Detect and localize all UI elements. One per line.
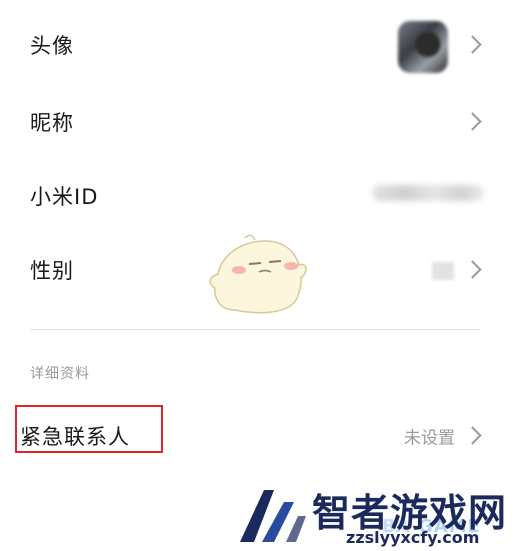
nickname-label: 昵称	[30, 111, 74, 135]
miid-value-redacted	[372, 185, 484, 201]
avatar-row[interactable]: 头像	[0, 8, 515, 82]
avatar-label: 头像	[30, 34, 74, 58]
watermark-site-url: zzslyyxcfy.com	[346, 528, 480, 547]
section-divider	[30, 329, 480, 330]
mascot-sticker	[209, 234, 307, 314]
chevron-right-icon	[463, 426, 482, 445]
site-logo-icon	[240, 490, 306, 542]
gender-value-redacted	[432, 262, 454, 280]
miid-row: 小米ID	[0, 159, 515, 233]
emergency-contact-value: 未设置	[404, 428, 455, 449]
details-section-title: 详细资料	[30, 366, 90, 382]
avatar-image	[398, 21, 448, 73]
chevron-right-icon	[463, 260, 482, 279]
nickname-row[interactable]: 昵称	[0, 85, 515, 159]
gender-label: 性别	[30, 259, 74, 283]
miid-label: 小米ID	[30, 185, 99, 209]
highlight-box	[15, 405, 163, 453]
chevron-right-icon	[463, 112, 482, 131]
chevron-right-icon	[463, 35, 482, 54]
